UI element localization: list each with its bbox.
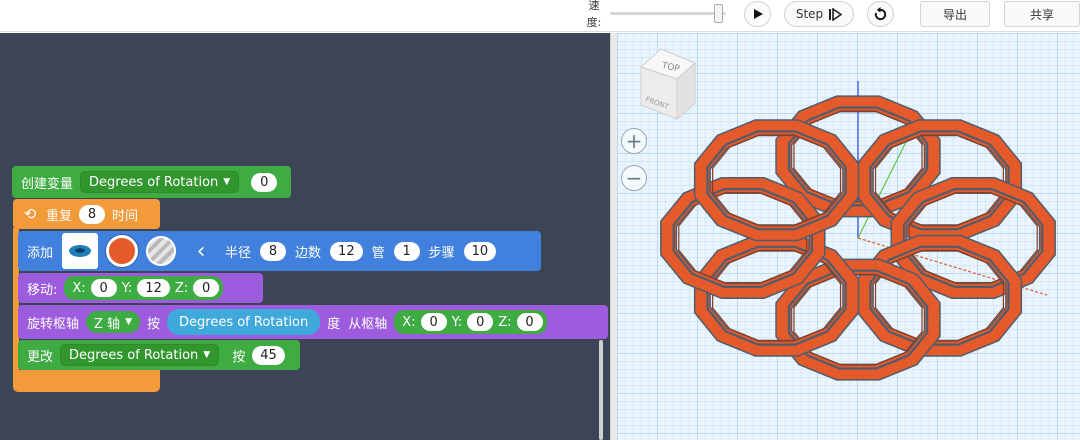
change-value-input[interactable]: 45 — [252, 345, 285, 365]
color-swatch[interactable] — [106, 235, 139, 267]
view-cube[interactable]: TOP FRONT — [633, 45, 703, 129]
by-label: 按 — [146, 316, 160, 332]
y-label: Y: — [451, 314, 463, 330]
minus-icon: − — [625, 166, 643, 190]
move-block[interactable]: 移动: X: 0 Y: 12 Z: 0 — [18, 273, 263, 303]
variable-name: Degrees of Rotation — [69, 347, 199, 363]
chevron-down-icon: ▼ — [223, 177, 231, 187]
speed-slider[interactable] — [610, 12, 726, 15]
move-label: 移动: — [27, 282, 58, 298]
axis-value: Z 轴 — [94, 316, 121, 332]
repeat-block-footer — [13, 370, 160, 392]
create-variable-block[interactable]: 创建变量 Degrees of Rotation ▼ 0 — [12, 166, 291, 198]
chevron-left-icon[interactable]: ‹ — [190, 239, 212, 264]
move-z-input[interactable]: 0 — [193, 279, 220, 297]
radius-label: 半径 — [225, 245, 252, 261]
repeat-block[interactable]: ⟲ 重复 8 时间 — [13, 199, 160, 229]
play-icon — [753, 9, 763, 19]
move-xyz-group: X: 0 Y: 12 Z: 0 — [64, 276, 224, 300]
by-label: 按 — [232, 349, 246, 365]
3d-viewport[interactable]: TOP FRONT + − — [617, 33, 1080, 440]
sides-label: 边数 — [295, 245, 322, 261]
top-toolbar: 速度: Step 导出 共享 — [0, 0, 1080, 32]
variable-dropdown[interactable]: Degrees of Rotation ▼ — [60, 344, 220, 366]
from-pivot-label: 从枢轴 — [348, 316, 388, 332]
add-shape-block[interactable]: 添加 ‹ 半径 8 边数 12 管 1 步骤 10 — [18, 231, 541, 271]
workspace-scrollbar[interactable] — [599, 340, 603, 440]
variable-name: Degrees of Rotation — [89, 174, 219, 190]
reset-icon — [874, 6, 887, 20]
torus-icon — [69, 245, 92, 257]
reset-button[interactable] — [867, 1, 894, 27]
change-label: 更改 — [27, 349, 54, 365]
pivot-xyz-group: X: 0 Y: 0 Z: 0 — [394, 310, 547, 334]
export-button[interactable]: 导出 — [920, 1, 990, 27]
repeat-count-input[interactable]: 8 — [79, 204, 106, 224]
steps-input[interactable]: 10 — [463, 241, 497, 261]
shape-thumbnail[interactable] — [62, 233, 99, 269]
repeat-label: 重复 — [46, 208, 73, 224]
move-y-input[interactable]: 12 — [137, 279, 170, 297]
share-button[interactable]: 共享 — [1004, 1, 1080, 27]
x-label: X: — [72, 280, 86, 296]
initial-value-input[interactable]: 0 — [251, 172, 278, 192]
speed-slider-handle[interactable] — [713, 4, 723, 23]
step-label: Step — [795, 7, 824, 21]
chevron-down-icon: ▼ — [125, 317, 132, 327]
pivot-x-input[interactable]: 0 — [420, 313, 447, 331]
degrees-label: 度 — [327, 316, 341, 332]
pivot-y-input[interactable]: 0 — [467, 313, 494, 331]
step-button[interactable]: Step — [784, 1, 854, 27]
step-icon — [829, 7, 843, 21]
z-label: Z: — [174, 280, 189, 296]
pivot-z-input[interactable]: 0 — [516, 313, 543, 331]
y-label: Y: — [121, 280, 133, 296]
hole-swatch[interactable] — [146, 236, 177, 266]
change-variable-block[interactable]: 更改 Degrees of Rotation ▼ 按 45 — [18, 340, 300, 370]
play-button[interactable] — [744, 1, 771, 27]
plus-icon: + — [625, 129, 643, 153]
tube-label: 管 — [371, 245, 385, 261]
axis-dropdown[interactable]: Z 轴 ▼ — [86, 311, 140, 333]
steps-label: 步骤 — [428, 245, 455, 261]
z-label: Z: — [498, 314, 512, 330]
panel-splitter[interactable] — [610, 33, 617, 440]
variable-dropdown[interactable]: Degrees of Rotation ▼ — [80, 171, 240, 193]
rotate-label: 旋转枢轴 — [27, 316, 80, 332]
create-variable-label: 创建变量 — [21, 176, 74, 192]
speed-label: 速度: — [586, 0, 602, 29]
loop-icon: ⟲ — [23, 205, 37, 223]
zoom-in-button[interactable]: + — [621, 128, 647, 154]
zoom-out-button[interactable]: − — [621, 165, 647, 191]
add-label: 添加 — [27, 245, 54, 261]
variable-reporter[interactable]: Degrees of Rotation — [167, 309, 321, 335]
repeat-suffix: 时间 — [112, 208, 139, 224]
rotate-pivot-block[interactable]: 旋转枢轴 Z 轴 ▼ 按 Degrees of Rotation 度 从枢轴 X… — [18, 305, 608, 339]
move-x-input[interactable]: 0 — [90, 279, 117, 297]
chevron-down-icon: ▼ — [203, 350, 211, 360]
tube-input[interactable]: 1 — [393, 241, 420, 261]
x-label: X: — [402, 314, 416, 330]
sides-input[interactable]: 12 — [330, 241, 363, 261]
radius-input[interactable]: 8 — [260, 241, 287, 261]
